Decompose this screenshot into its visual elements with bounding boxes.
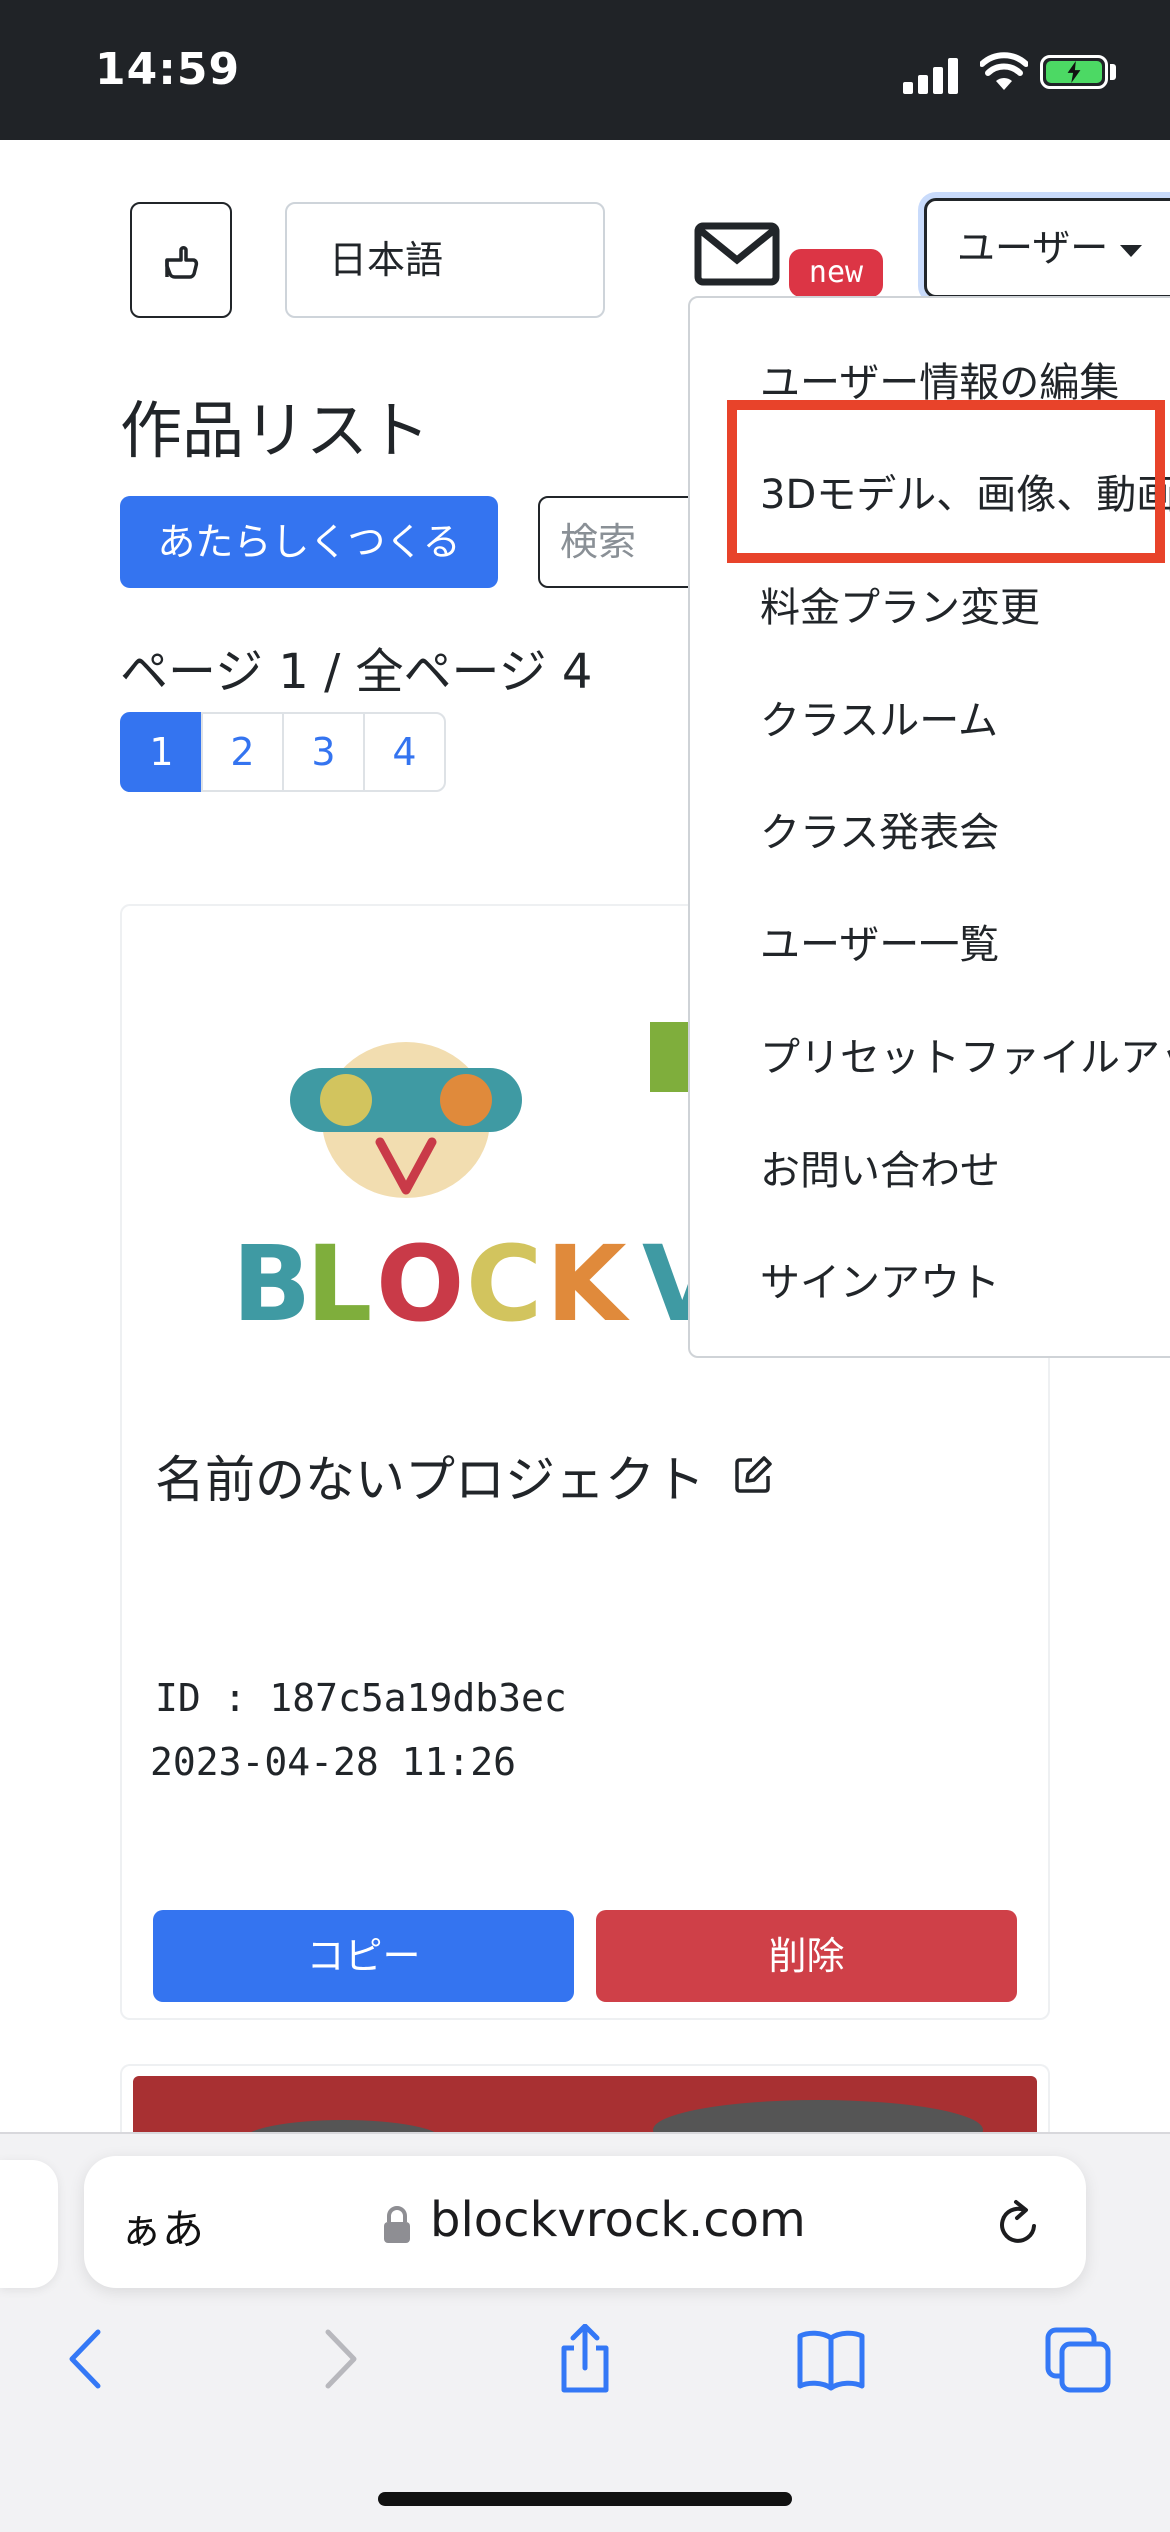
svg-text:K: K xyxy=(546,1223,630,1345)
project-thumbnail-2[interactable] xyxy=(133,2076,1037,2136)
project-id: ID : 187c5a19db3ec xyxy=(155,1676,567,1720)
bookmarks-icon[interactable] xyxy=(796,2324,866,2394)
reload-icon[interactable] xyxy=(994,2198,1044,2250)
svg-text:B: B xyxy=(232,1223,311,1345)
menu-item-sign-out[interactable]: サインアウト xyxy=(760,1250,1000,1308)
back-icon[interactable] xyxy=(52,2324,122,2394)
lock-icon xyxy=(384,2206,410,2243)
project-name: 名前のないプロジェクト xyxy=(155,1451,705,1509)
menu-item-class-presentation[interactable]: クラス発表会 xyxy=(760,800,999,858)
menu-item-change-plan[interactable]: 料金プラン変更 xyxy=(760,575,1040,633)
page-link-3[interactable]: 3 xyxy=(282,712,365,792)
edit-icon[interactable] xyxy=(734,1454,774,1494)
highlight-box xyxy=(727,400,1165,563)
wifi-icon xyxy=(980,52,1028,90)
delete-button[interactable]: 削除 xyxy=(596,1910,1017,2002)
user-dropdown-button[interactable]: ユーザー xyxy=(924,198,1170,298)
svg-text:C: C xyxy=(466,1223,542,1345)
menu-item-user-list[interactable]: ユーザー一覧 xyxy=(760,912,999,970)
battery-icon xyxy=(1040,55,1108,89)
share-icon[interactable] xyxy=(550,2324,620,2394)
create-new-button[interactable]: あたらしくつくる xyxy=(120,496,498,588)
forward-icon[interactable] xyxy=(304,2324,374,2394)
menu-item-preset-file-upload[interactable]: プリセットファイルアップ xyxy=(760,1025,1170,1083)
page-info: ページ 1 / 全ページ 4 xyxy=(120,644,593,700)
home-indicator xyxy=(378,2492,792,2506)
user-dropdown-label: ユーザー xyxy=(957,226,1109,270)
svg-text:L: L xyxy=(306,1223,372,1345)
caret-down-icon xyxy=(1120,244,1143,257)
copy-button[interactable]: コピー xyxy=(153,1910,574,2002)
status-time: 14:59 xyxy=(95,44,241,95)
pointing-hand-icon xyxy=(165,246,199,279)
page-link-4[interactable]: 4 xyxy=(363,712,446,792)
menu-item-contact[interactable]: お問い合わせ xyxy=(760,1138,1000,1196)
battery-cap xyxy=(1110,64,1116,80)
url-text[interactable]: blockvrock.com xyxy=(430,2192,806,2248)
page-title: 作品リスト xyxy=(120,394,431,467)
pagination: 1 2 3 4 xyxy=(120,712,446,792)
signal-icon xyxy=(903,58,959,94)
previous-tab[interactable] xyxy=(0,2160,58,2288)
page-link-1[interactable]: 1 xyxy=(120,712,203,792)
block-vr-logo: B L O C K V xyxy=(232,1022,700,1345)
project-date: 2023-04-28 11:26 xyxy=(150,1740,517,1784)
menu-item-classroom[interactable]: クラスルーム xyxy=(760,688,998,746)
page-settings-button[interactable]: ぁあ xyxy=(120,2196,204,2257)
language-select[interactable]: 日本語 xyxy=(285,202,605,318)
pin-button[interactable] xyxy=(130,202,232,318)
svg-text:O: O xyxy=(376,1223,464,1345)
mail-icon[interactable] xyxy=(694,222,780,286)
new-badge: new xyxy=(789,249,883,297)
page-link-2[interactable]: 2 xyxy=(201,712,284,792)
tabs-icon[interactable] xyxy=(1044,2324,1114,2394)
